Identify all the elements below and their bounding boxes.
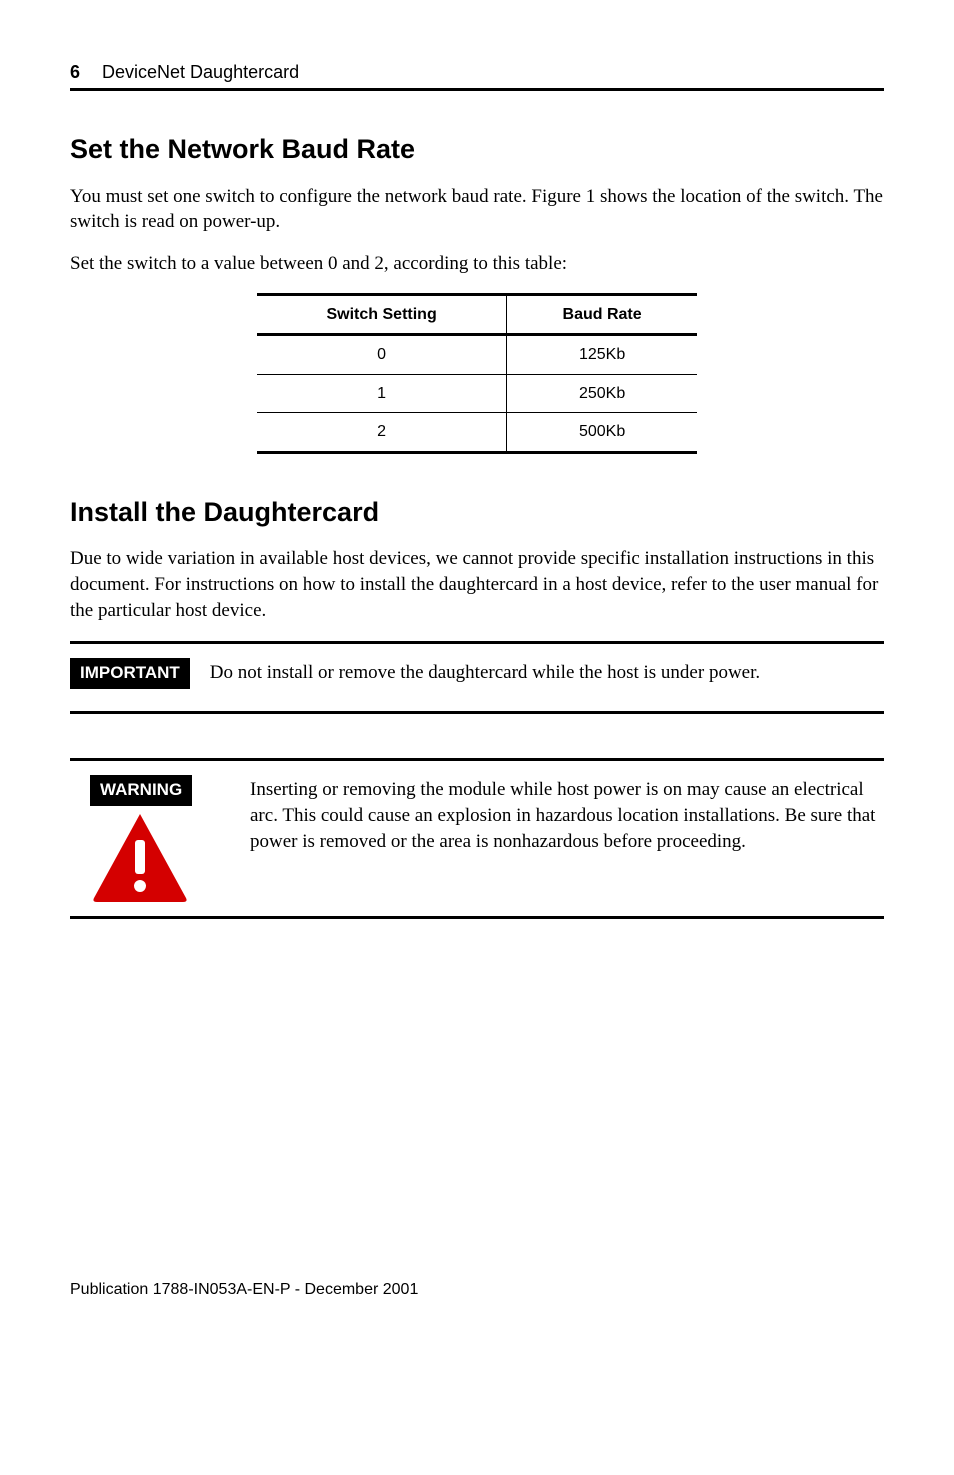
section-heading-install: Install the Daughtercard (70, 494, 884, 530)
cell-rate: 500Kb (507, 413, 697, 453)
baud-rate-table: Switch Setting Baud Rate 0 125Kb 1 250Kb… (257, 293, 697, 454)
important-callout: IMPORTANT Do not install or remove the d… (70, 641, 884, 714)
page-number: 6 (70, 60, 80, 84)
baud-paragraph-2: Set the switch to a value between 0 and … (70, 251, 884, 277)
table-row: 1 250Kb (257, 374, 697, 413)
header-title: DeviceNet Daughtercard (102, 60, 299, 84)
install-paragraph-1: Due to wide variation in available host … (70, 546, 884, 623)
cell-rate: 250Kb (507, 374, 697, 413)
warning-label: WARNING (90, 775, 192, 806)
important-text: Do not install or remove the daughtercar… (210, 660, 760, 686)
cell-setting: 2 (257, 413, 507, 453)
important-label: IMPORTANT (70, 658, 190, 689)
cell-setting: 1 (257, 374, 507, 413)
baud-paragraph-1: You must set one switch to configure the… (70, 184, 884, 235)
table-row: 0 125Kb (257, 335, 697, 375)
page-header: 6 DeviceNet Daughtercard (70, 60, 884, 91)
section-heading-baud: Set the Network Baud Rate (70, 131, 884, 167)
cell-setting: 0 (257, 335, 507, 375)
table-row: 2 500Kb (257, 413, 697, 453)
table-header-rate: Baud Rate (507, 294, 697, 335)
warning-left-column: WARNING (90, 775, 230, 902)
table-header-switch: Switch Setting (257, 294, 507, 335)
publication-footer: Publication 1788-IN053A-EN-P - December … (70, 1279, 884, 1301)
warning-triangle-icon (90, 812, 190, 902)
warning-text: Inserting or removing the module while h… (250, 777, 884, 854)
cell-rate: 125Kb (507, 335, 697, 375)
warning-callout: WARNING Inserting or removing the module… (70, 758, 884, 919)
